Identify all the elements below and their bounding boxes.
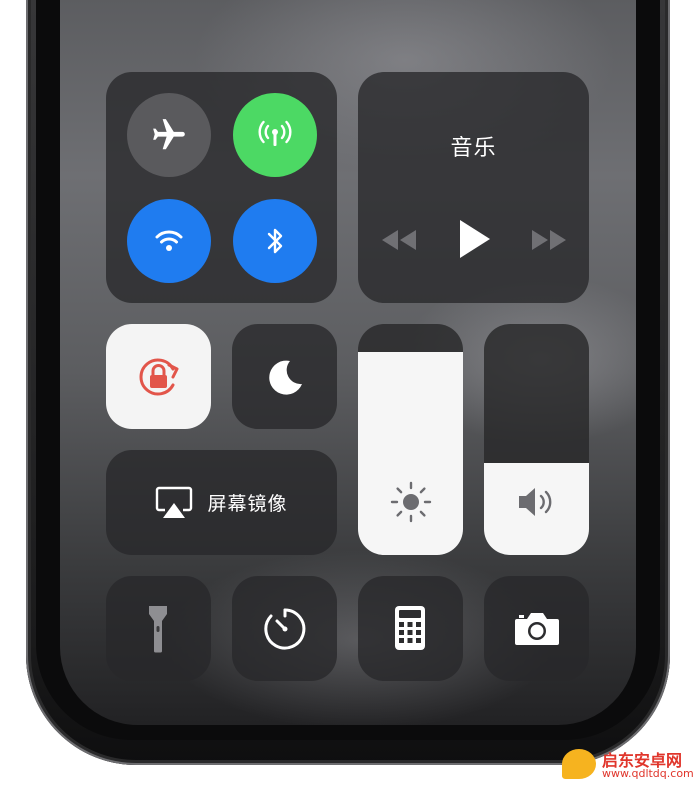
camera-icon [515,613,559,645]
control-center: 音乐 屏幕镜像 [60,0,636,725]
airplane-icon [153,119,185,150]
watermark-logo-icon [562,749,596,779]
do-not-disturb-button[interactable] [232,324,337,429]
sun-icon [390,481,431,523]
play-icon[interactable] [454,218,494,260]
rewind-icon[interactable] [380,228,418,252]
flashlight-button[interactable] [106,576,211,681]
brightness-slider[interactable] [358,324,463,555]
wifi-icon [155,230,183,251]
music-panel: 音乐 [358,72,589,303]
camera-button[interactable] [484,576,589,681]
volume-slider[interactable] [484,324,589,555]
screen-mirroring-label: 屏幕镜像 [207,493,288,515]
calculator-button[interactable] [358,576,463,681]
watermark-url: www.qdltdq.com [602,767,694,780]
connectivity-panel [106,72,337,303]
cellular-antenna-icon [258,120,292,146]
speaker-icon [518,488,551,516]
bluetooth-icon [267,228,283,254]
bluetooth-button[interactable] [233,199,317,283]
calculator-icon [395,606,425,650]
timer-button[interactable] [232,576,337,681]
site-watermark: 启东安卓网 www.qdltdq.com [560,745,695,785]
brightness-level-fill [358,351,463,555]
screen-mirroring-button[interactable]: 屏幕镜像 [106,450,337,555]
moon-icon [269,360,302,395]
airplane-mode-button[interactable] [127,93,211,177]
wifi-button[interactable] [127,199,211,283]
music-title: 音乐 [450,136,497,161]
fast-forward-icon[interactable] [530,228,568,252]
airplay-icon [156,486,193,518]
timer-icon [264,608,306,650]
rotation-lock-button[interactable] [106,324,211,429]
flashlight-icon [149,606,167,653]
rotation-lock-icon [139,358,179,396]
cellular-data-button[interactable] [233,93,317,177]
